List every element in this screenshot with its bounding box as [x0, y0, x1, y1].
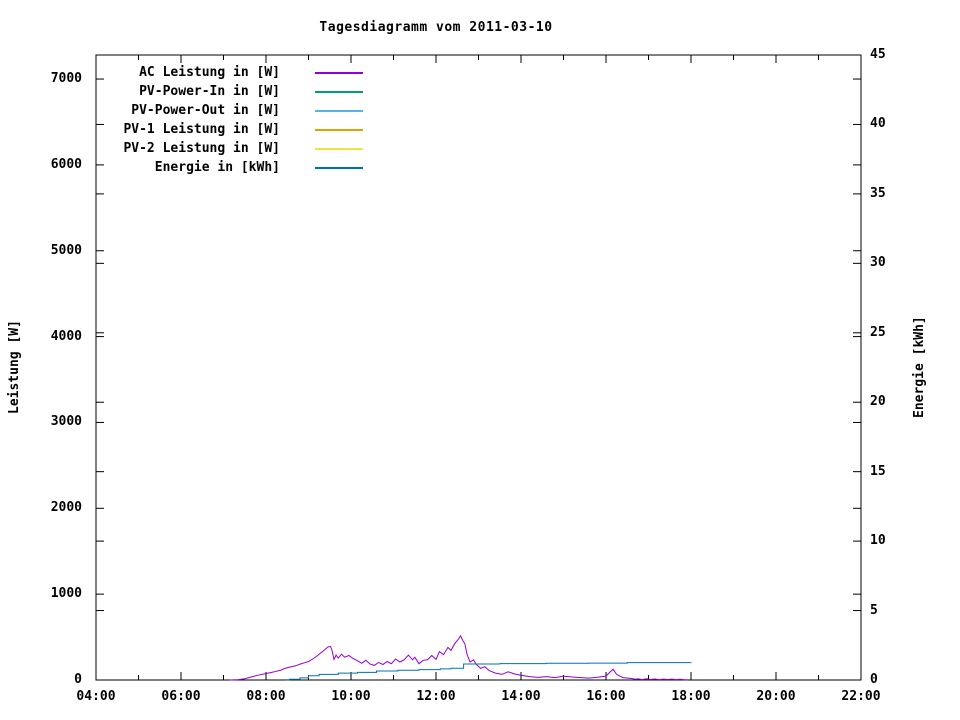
y-right-tick-label: 40 — [870, 116, 886, 132]
y-right-tick-label: 35 — [870, 185, 886, 201]
x-tick-label: 18:00 — [671, 689, 711, 704]
y-left-tick-label: 4000 — [50, 328, 82, 344]
legend-label: PV-2 Leistung in [W] — [123, 141, 280, 156]
x-tick-label: 04:00 — [76, 689, 116, 704]
y-right-tick-label: 15 — [870, 463, 886, 479]
legend-line-sample — [315, 110, 363, 112]
x-tick-label: 10:00 — [331, 689, 371, 704]
y-left-tick-label: 0 — [74, 672, 82, 687]
legend-label: PV-Power-In in [W] — [139, 84, 280, 99]
y-right-tick-label: 45 — [870, 47, 886, 62]
y-left-tick-label: 6000 — [50, 156, 82, 172]
y-right-tick-label: 20 — [870, 394, 886, 410]
legend-line-sample — [315, 148, 363, 150]
y-left-tick-label: 2000 — [50, 500, 82, 516]
legend-label: PV-1 Leistung in [W] — [123, 122, 280, 137]
y-left-tick-label: 7000 — [50, 71, 82, 87]
x-tick-label: 22:00 — [841, 689, 881, 704]
series-line-6 — [285, 662, 692, 681]
legend-line-sample — [315, 167, 363, 169]
legend-label: AC Leistung in [W] — [139, 65, 280, 80]
legend-line-sample — [315, 91, 363, 93]
x-tick-label: 16:00 — [586, 689, 626, 704]
x-tick-label: 06:00 — [161, 689, 201, 704]
y-left-tick-label: 5000 — [50, 242, 82, 258]
legend-label: PV-Power-Out in [W] — [131, 103, 280, 118]
y-right-tick-label: 0 — [870, 672, 878, 687]
y-right-tick-label: 25 — [870, 324, 886, 340]
y-right-tick-label: 5 — [870, 602, 878, 618]
y-right-tick-label: 10 — [870, 533, 886, 549]
series-line-1 — [229, 634, 688, 681]
legend-label: Energie in [kWh] — [154, 160, 280, 175]
y-right-tick-label: 30 — [870, 255, 886, 271]
x-tick-label: 08:00 — [246, 689, 286, 704]
x-tick-label: 14:00 — [501, 689, 541, 704]
x-tick-label: 12:00 — [416, 689, 456, 704]
legend-line-sample — [315, 72, 363, 74]
y-left-tick-label: 1000 — [50, 586, 82, 602]
legend-line-sample — [315, 129, 363, 131]
x-tick-label: 20:00 — [756, 689, 796, 704]
y-left-tick-label: 3000 — [50, 414, 82, 430]
chart-canvas: Tagesdiagramm vom 2011-03-10 Leistung [W… — [0, 0, 960, 720]
